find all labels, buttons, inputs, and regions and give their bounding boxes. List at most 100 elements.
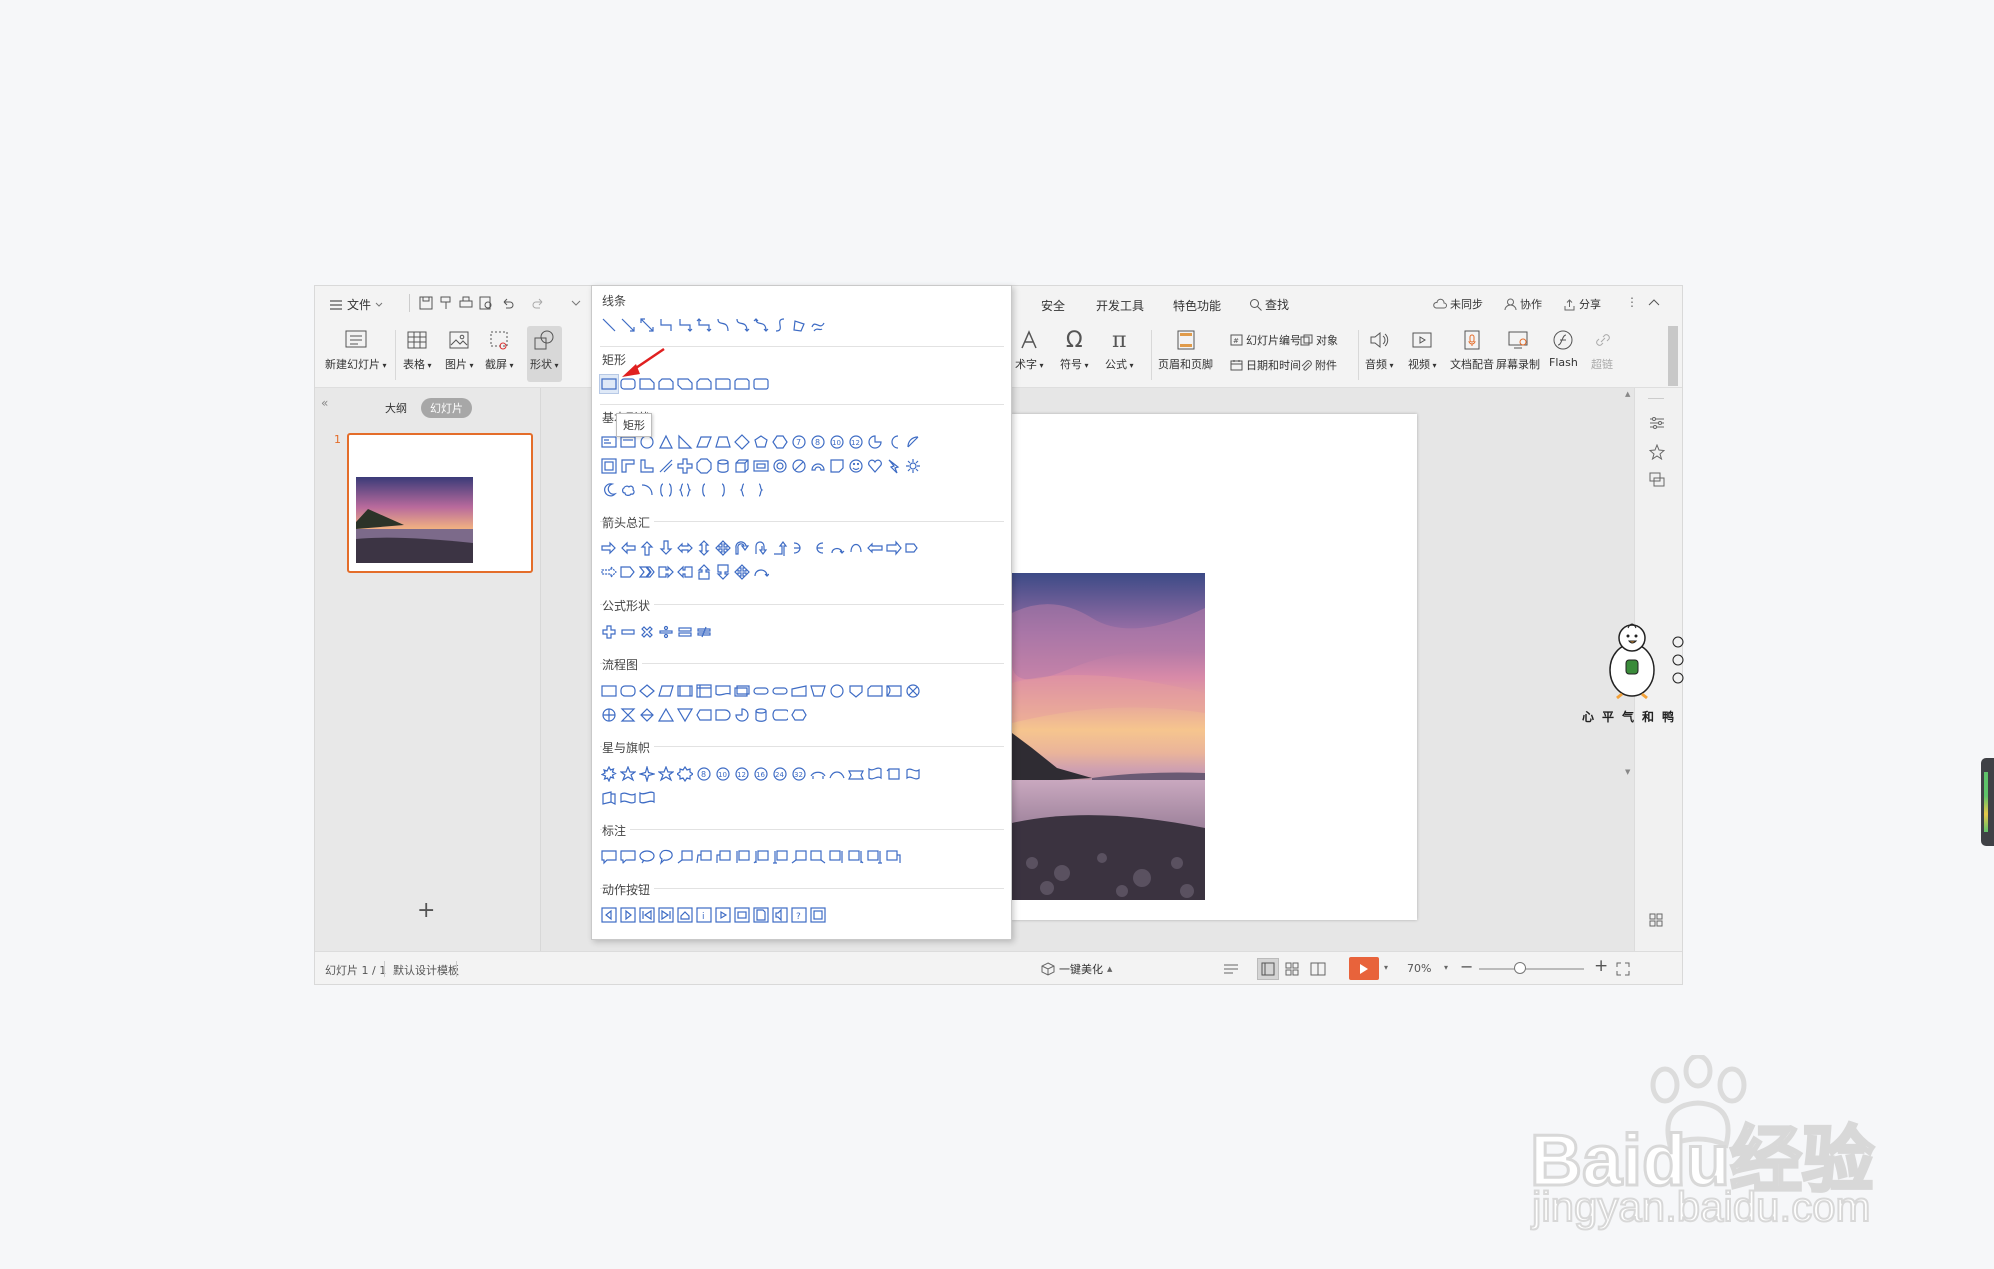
shape-option[interactable] xyxy=(599,456,619,476)
shape-option[interactable] xyxy=(808,538,828,558)
shape-option[interactable] xyxy=(599,480,619,500)
shape-option[interactable] xyxy=(656,456,676,476)
shape-option[interactable] xyxy=(637,622,657,642)
notes-icon[interactable] xyxy=(1223,963,1239,975)
shape-option[interactable] xyxy=(770,432,790,452)
shape-option[interactable] xyxy=(656,905,676,925)
shape-option[interactable] xyxy=(789,681,809,701)
shape-option[interactable] xyxy=(656,622,676,642)
shape-option[interactable] xyxy=(846,456,866,476)
shape-option[interactable] xyxy=(789,847,809,867)
shape-option[interactable] xyxy=(637,764,657,784)
shape-option[interactable] xyxy=(637,315,657,335)
format-painter-icon[interactable] xyxy=(439,296,453,310)
sync-button[interactable]: 未同步 xyxy=(1433,296,1483,312)
shape-option[interactable] xyxy=(694,847,714,867)
shape-option[interactable]: 12 xyxy=(846,432,866,452)
shape-option[interactable] xyxy=(675,847,695,867)
shape-option[interactable] xyxy=(599,764,619,784)
shape-option[interactable] xyxy=(637,681,657,701)
collapse-ribbon-icon[interactable] xyxy=(1648,297,1660,307)
beautify-button[interactable]: 一键美化 ▲ xyxy=(1041,961,1112,977)
slide-sorter-icon[interactable] xyxy=(1285,962,1299,976)
shape-option[interactable] xyxy=(884,432,904,452)
art-text-button[interactable]: 术字 ▾ xyxy=(1015,326,1044,372)
shape-option[interactable] xyxy=(732,538,752,558)
shape-option[interactable]: 10 xyxy=(713,764,733,784)
normal-view-button[interactable] xyxy=(1257,958,1279,980)
search-button[interactable]: 查找 xyxy=(1249,296,1289,313)
shape-option[interactable] xyxy=(884,681,904,701)
video-button[interactable]: 视频 ▾ xyxy=(1408,326,1437,372)
shape-option[interactable] xyxy=(618,538,638,558)
shape-option[interactable] xyxy=(884,847,904,867)
datetime-button[interactable]: 日期和时间 xyxy=(1230,357,1301,373)
shape-option[interactable] xyxy=(770,905,790,925)
shape-option[interactable] xyxy=(599,847,619,867)
tab-special-features[interactable]: 特色功能 xyxy=(1173,297,1221,314)
shape-option[interactable] xyxy=(732,705,752,725)
shape-option[interactable] xyxy=(732,480,752,500)
shape-option[interactable] xyxy=(808,456,828,476)
shape-option[interactable] xyxy=(846,538,866,558)
animation-icon[interactable] xyxy=(1649,444,1665,460)
shape-option[interactable] xyxy=(865,764,885,784)
shape-option[interactable]: 16 xyxy=(751,764,771,784)
shape-option[interactable] xyxy=(751,681,771,701)
screen-record-button[interactable]: 屏幕录制 xyxy=(1496,326,1540,372)
collaborate-button[interactable]: 协作 xyxy=(1504,296,1542,312)
shape-option[interactable] xyxy=(751,562,771,582)
side-widget-tab[interactable] xyxy=(1981,758,1994,846)
shape-option[interactable] xyxy=(770,315,790,335)
shape-option[interactable] xyxy=(675,622,695,642)
shape-option[interactable] xyxy=(808,764,828,784)
shape-option[interactable] xyxy=(770,681,790,701)
shape-option[interactable] xyxy=(865,432,885,452)
shape-option[interactable] xyxy=(656,432,676,452)
shape-option[interactable] xyxy=(599,562,619,582)
shape-option[interactable] xyxy=(732,456,752,476)
shape-option[interactable] xyxy=(618,456,638,476)
shape-option[interactable]: 24 xyxy=(770,764,790,784)
shape-option[interactable] xyxy=(903,681,923,701)
image-button[interactable]: 图片 ▾ xyxy=(445,326,474,372)
shape-option[interactable] xyxy=(808,315,828,335)
shape-option[interactable] xyxy=(694,315,714,335)
shape-option[interactable]: i xyxy=(694,905,714,925)
shape-option[interactable] xyxy=(694,456,714,476)
shape-option[interactable] xyxy=(789,538,809,558)
shape-option[interactable] xyxy=(656,538,676,558)
shape-option[interactable] xyxy=(694,622,714,642)
screenshot-button[interactable]: 截屏 ▾ xyxy=(485,326,514,372)
shape-option[interactable] xyxy=(713,538,733,558)
shape-option[interactable] xyxy=(713,681,733,701)
shape-option[interactable]: 7 xyxy=(789,432,809,452)
transition-icon[interactable] xyxy=(1649,472,1665,488)
shape-option[interactable] xyxy=(675,705,695,725)
shape-option[interactable] xyxy=(675,681,695,701)
shape-option[interactable] xyxy=(751,538,771,558)
shape-option[interactable] xyxy=(732,315,752,335)
shape-option[interactable] xyxy=(599,788,619,808)
shape-option[interactable] xyxy=(732,562,752,582)
object-button[interactable]: 对象 xyxy=(1300,332,1338,348)
zoom-level-label[interactable]: 70% xyxy=(1407,962,1431,975)
shape-option[interactable] xyxy=(618,705,638,725)
formula-button[interactable]: π 公式 ▾ xyxy=(1105,326,1134,372)
shape-option[interactable] xyxy=(675,562,695,582)
shape-option[interactable] xyxy=(656,847,676,867)
shape-option[interactable] xyxy=(884,764,904,784)
tab-outline[interactable]: 大纲 xyxy=(385,400,407,416)
shape-option[interactable] xyxy=(713,705,733,725)
more-options-icon[interactable]: ⋮ xyxy=(1626,295,1638,309)
shape-option[interactable] xyxy=(846,764,866,784)
shape-option[interactable] xyxy=(751,456,771,476)
file-menu[interactable]: 文件 xyxy=(329,296,383,313)
shape-option[interactable] xyxy=(656,480,676,500)
shape-option[interactable] xyxy=(675,374,695,394)
shape-option[interactable] xyxy=(618,847,638,867)
shape-option[interactable] xyxy=(637,705,657,725)
tab-developer-tools[interactable]: 开发工具 xyxy=(1096,297,1144,314)
shape-option[interactable] xyxy=(618,764,638,784)
shape-option[interactable] xyxy=(751,315,771,335)
